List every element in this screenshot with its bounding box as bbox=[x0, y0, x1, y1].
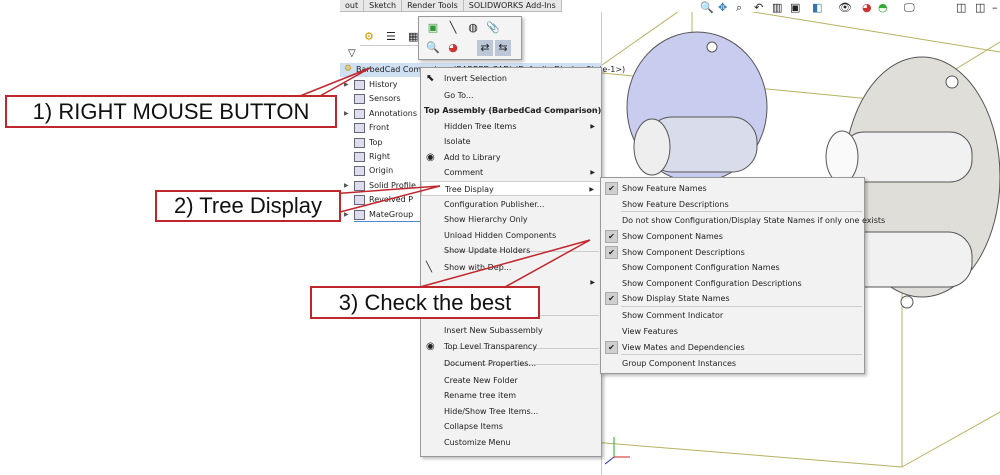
callout-step3: 3) Check the best bbox=[310, 286, 540, 319]
callout-3-pointer bbox=[419, 239, 591, 288]
callout-1-pointer bbox=[299, 67, 371, 97]
callout-arrows bbox=[299, 67, 591, 288]
callout-2-pointer bbox=[329, 185, 441, 213]
callout-step1: 1) RIGHT MOUSE BUTTON bbox=[5, 95, 337, 128]
callout-step2: 2) Tree Display bbox=[155, 190, 341, 222]
